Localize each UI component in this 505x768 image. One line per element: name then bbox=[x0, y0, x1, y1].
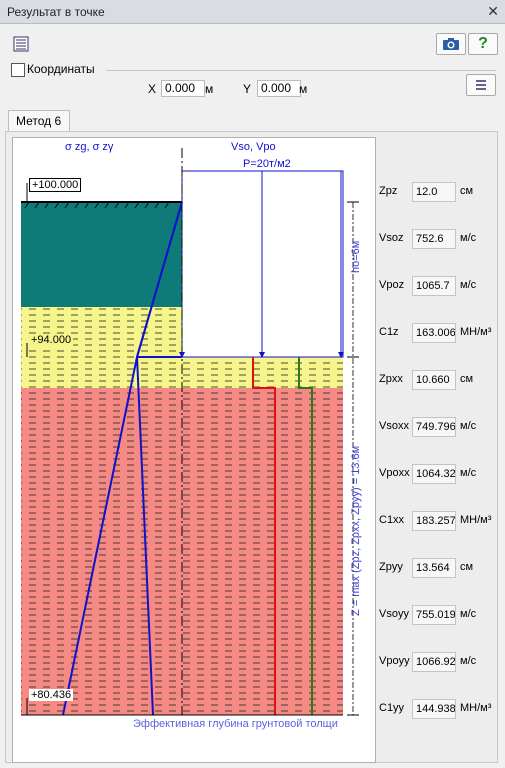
result-unit: см bbox=[460, 185, 474, 197]
x-label: X bbox=[148, 82, 157, 96]
list-button[interactable] bbox=[8, 33, 34, 55]
header-left: σ zg, σ zγ bbox=[65, 141, 114, 153]
result-label: Zpxx bbox=[379, 373, 403, 385]
result-unit: м/с bbox=[460, 279, 477, 291]
result-value: 10.660 bbox=[412, 370, 456, 390]
result-label: Vsoyy bbox=[379, 608, 409, 620]
window-title: Результат в точке bbox=[7, 5, 105, 19]
result-label: Zpyy bbox=[379, 561, 403, 573]
result-value: 13.564 bbox=[412, 558, 456, 578]
result-label: C1yy bbox=[379, 702, 405, 714]
help-button[interactable]: ? bbox=[468, 33, 498, 55]
result-unit: МН/м³ bbox=[460, 514, 492, 526]
result-label: Zpz bbox=[379, 185, 398, 197]
x-field[interactable]: 0.000 bbox=[161, 80, 205, 97]
level-bottom: +80.436 bbox=[29, 689, 74, 701]
result-label: Vsoz bbox=[379, 232, 404, 244]
result-label: Vsoxx bbox=[379, 420, 409, 432]
result-value: 183.257 bbox=[412, 511, 456, 531]
camera-icon bbox=[443, 38, 459, 50]
level-top: +100.000 bbox=[29, 178, 82, 192]
window-titlebar: Результат в точке ✕ bbox=[0, 0, 505, 24]
result-value: 755.019 bbox=[412, 605, 456, 625]
result-value: 1066.92 bbox=[412, 652, 456, 672]
h0-label: ho=6м bbox=[350, 240, 362, 273]
level-mid: +94.000 bbox=[29, 334, 74, 346]
list-icon bbox=[13, 36, 29, 52]
apply-coords-button[interactable] bbox=[466, 74, 496, 96]
result-label: Vpoz bbox=[379, 279, 405, 291]
results-list: Zpz 12.0 см Vsoz 752.6 м/с Vpoz 1065.7 м/с C1z 163… bbox=[376, 142, 496, 762]
result-value: 749.796 bbox=[412, 417, 456, 437]
result-value: 1064.32 bbox=[412, 464, 456, 484]
toolbar: ? bbox=[0, 24, 505, 60]
result-label: Vpoyy bbox=[379, 655, 410, 667]
tab-method[interactable]: Метод 6 bbox=[8, 110, 70, 132]
header-right: Vso, Vpo bbox=[231, 141, 276, 153]
result-label: C1z bbox=[379, 326, 399, 338]
y-field[interactable]: 0.000 bbox=[257, 80, 301, 97]
y-label: Y bbox=[243, 82, 252, 96]
result-unit: см bbox=[460, 561, 474, 573]
result-unit: МН/м³ bbox=[460, 702, 492, 714]
camera-button[interactable] bbox=[436, 33, 466, 55]
soil-diagram: σ zg, σ zγ Vso, Vpo P=20т/м2 +100.000 +9… bbox=[12, 137, 376, 763]
diagram-svg bbox=[21, 148, 359, 716]
result-value: 163.006 bbox=[412, 323, 456, 343]
result-unit: м/с bbox=[460, 467, 477, 479]
coordinates-label: Координаты bbox=[27, 62, 95, 76]
result-label: C1xx bbox=[379, 514, 405, 526]
x-unit: м bbox=[205, 82, 214, 96]
footer-label: Эффективная глубина грунтовой толщи bbox=[133, 718, 338, 730]
result-unit: м/с bbox=[460, 655, 477, 667]
z-label: Z = max (Zpz, Zpxx, Zpyy) = 13.6м bbox=[350, 445, 362, 616]
close-icon[interactable]: ✕ bbox=[487, 3, 499, 20]
result-unit: м/с bbox=[460, 608, 477, 620]
result-unit: см bbox=[460, 373, 474, 385]
load-label: P=20т/м2 bbox=[243, 158, 291, 170]
teal-layer bbox=[21, 202, 182, 307]
result-unit: МН/м³ bbox=[460, 326, 492, 338]
result-value: 752.6 bbox=[412, 229, 456, 249]
coordinates-checkbox[interactable] bbox=[11, 63, 25, 77]
result-value: 12.0 bbox=[412, 182, 456, 202]
result-value: 1065.7 bbox=[412, 276, 456, 296]
list-icon bbox=[476, 80, 486, 90]
y-unit: м bbox=[299, 82, 308, 96]
divider bbox=[106, 70, 496, 71]
help-icon: ? bbox=[478, 35, 488, 52]
result-unit: м/с bbox=[460, 420, 477, 432]
coordinates-panel: Координаты X 0.000 м Y 0.000 м bbox=[8, 60, 498, 104]
result-unit: м/с bbox=[460, 232, 477, 244]
result-value: 144.938 bbox=[412, 699, 456, 719]
result-label: Vpoxx bbox=[379, 467, 410, 479]
